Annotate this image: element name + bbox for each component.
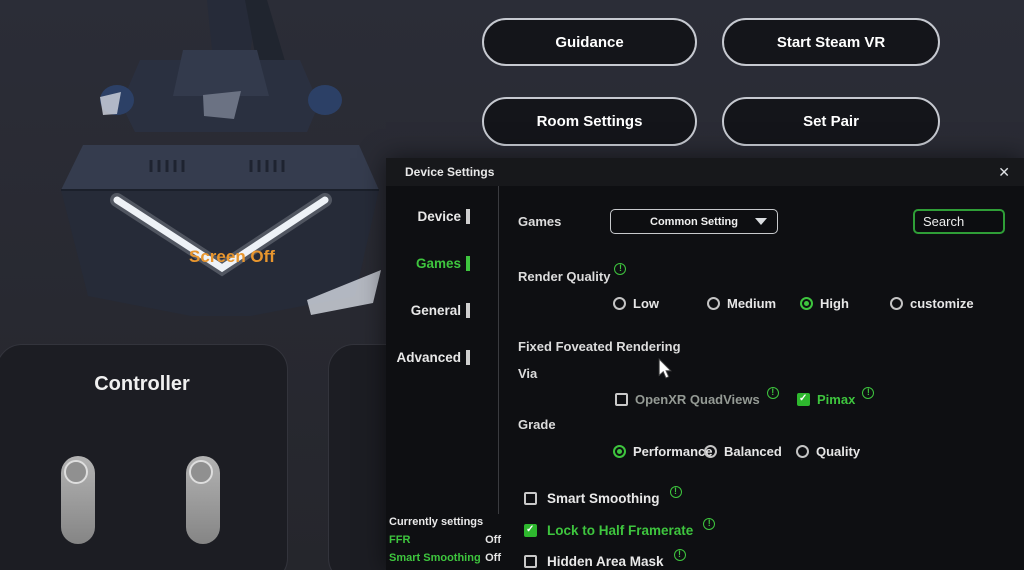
checkbox-icon bbox=[797, 393, 810, 406]
radio-quality[interactable]: Quality bbox=[796, 442, 860, 460]
tab-advanced[interactable]: Advanced bbox=[386, 348, 470, 366]
tab-general-label: General bbox=[411, 303, 461, 318]
radio-icon bbox=[613, 297, 626, 310]
radio-icon bbox=[890, 297, 903, 310]
ffr-title: Fixed Foveated Rendering bbox=[518, 339, 681, 354]
guidance-button[interactable]: Guidance bbox=[482, 18, 697, 66]
close-icon[interactable]: ✕ bbox=[998, 165, 1010, 179]
start-steam-vr-button[interactable]: Start Steam VR bbox=[722, 18, 940, 66]
info-icon[interactable] bbox=[767, 387, 779, 399]
current-settings-block: Currently settings FFR Off Smart Smoothi… bbox=[389, 516, 501, 564]
info-icon[interactable] bbox=[862, 387, 874, 399]
games-label: Games bbox=[518, 214, 561, 229]
checkbox-icon bbox=[524, 524, 537, 537]
radio-icon bbox=[613, 445, 626, 458]
tab-general[interactable]: General bbox=[386, 301, 470, 319]
render-quality-label: Render Quality bbox=[518, 269, 626, 284]
tab-indicator-bar bbox=[466, 303, 470, 318]
checkbox-hidden-area-mask[interactable]: Hidden Area Mask bbox=[524, 552, 686, 570]
radio-low[interactable]: Low bbox=[613, 294, 659, 312]
search-button[interactable]: Search bbox=[913, 209, 1005, 234]
checkbox-icon bbox=[615, 393, 628, 406]
info-icon[interactable] bbox=[674, 549, 686, 561]
dialog-header: Device Settings ✕ bbox=[386, 158, 1024, 186]
checkbox-pimax[interactable]: Pimax bbox=[797, 390, 874, 408]
tab-device[interactable]: Device bbox=[386, 207, 470, 225]
current-setting-row: Smart Smoothing Off bbox=[389, 552, 501, 564]
set-pair-button[interactable]: Set Pair bbox=[722, 97, 940, 146]
chevron-down-icon bbox=[755, 218, 767, 225]
left-controller-icon bbox=[61, 456, 95, 544]
app-root: Screen Off Guidance Start Steam VR Room … bbox=[0, 0, 1024, 570]
controller-card: Controller bbox=[0, 344, 288, 570]
dropdown-value: Common Setting bbox=[650, 216, 738, 228]
radio-icon bbox=[704, 445, 717, 458]
tab-games[interactable]: Games bbox=[386, 254, 470, 272]
tab-indicator-bar bbox=[466, 350, 470, 365]
current-setting-row: FFR Off bbox=[389, 534, 501, 546]
info-icon[interactable] bbox=[670, 486, 682, 498]
radio-customize[interactable]: customize bbox=[890, 294, 974, 312]
radio-high[interactable]: High bbox=[800, 294, 849, 312]
radio-icon bbox=[800, 297, 813, 310]
checkbox-smart-smoothing[interactable]: Smart Smoothing bbox=[524, 489, 682, 507]
radio-icon bbox=[796, 445, 809, 458]
checkbox-icon bbox=[524, 492, 537, 505]
right-controller-icon bbox=[186, 456, 220, 544]
radio-balanced[interactable]: Balanced bbox=[704, 442, 782, 460]
sidebar-divider bbox=[498, 186, 499, 514]
room-settings-button[interactable]: Room Settings bbox=[482, 97, 697, 146]
current-settings-title: Currently settings bbox=[389, 516, 501, 528]
tab-indicator-bar bbox=[466, 209, 470, 224]
tab-games-label: Games bbox=[416, 256, 461, 271]
tab-advanced-label: Advanced bbox=[396, 350, 461, 365]
checkbox-lock-half-framerate[interactable]: Lock to Half Framerate bbox=[524, 521, 715, 539]
tab-indicator-bar bbox=[466, 256, 470, 271]
grade-label: Grade bbox=[518, 417, 556, 432]
mouse-cursor bbox=[656, 358, 674, 380]
radio-medium[interactable]: Medium bbox=[707, 294, 776, 312]
dialog-title: Device Settings bbox=[405, 165, 494, 179]
device-settings-dialog: Device Settings ✕ Device Games General A… bbox=[386, 158, 1024, 570]
info-icon[interactable] bbox=[703, 518, 715, 530]
checkbox-openxr-quadviews[interactable]: OpenXR QuadViews bbox=[615, 390, 779, 408]
tab-device-label: Device bbox=[417, 209, 461, 224]
radio-performance[interactable]: Performance bbox=[613, 442, 712, 460]
checkbox-icon bbox=[524, 555, 537, 568]
headset-status-label: Screen Off bbox=[140, 247, 324, 267]
headset-image bbox=[55, 0, 390, 340]
info-icon[interactable] bbox=[614, 263, 626, 275]
controller-card-title: Controller bbox=[0, 373, 287, 396]
games-profile-dropdown[interactable]: Common Setting bbox=[610, 209, 778, 234]
via-label: Via bbox=[518, 366, 537, 381]
render-quality-text: Render Quality bbox=[518, 269, 610, 284]
radio-icon bbox=[707, 297, 720, 310]
